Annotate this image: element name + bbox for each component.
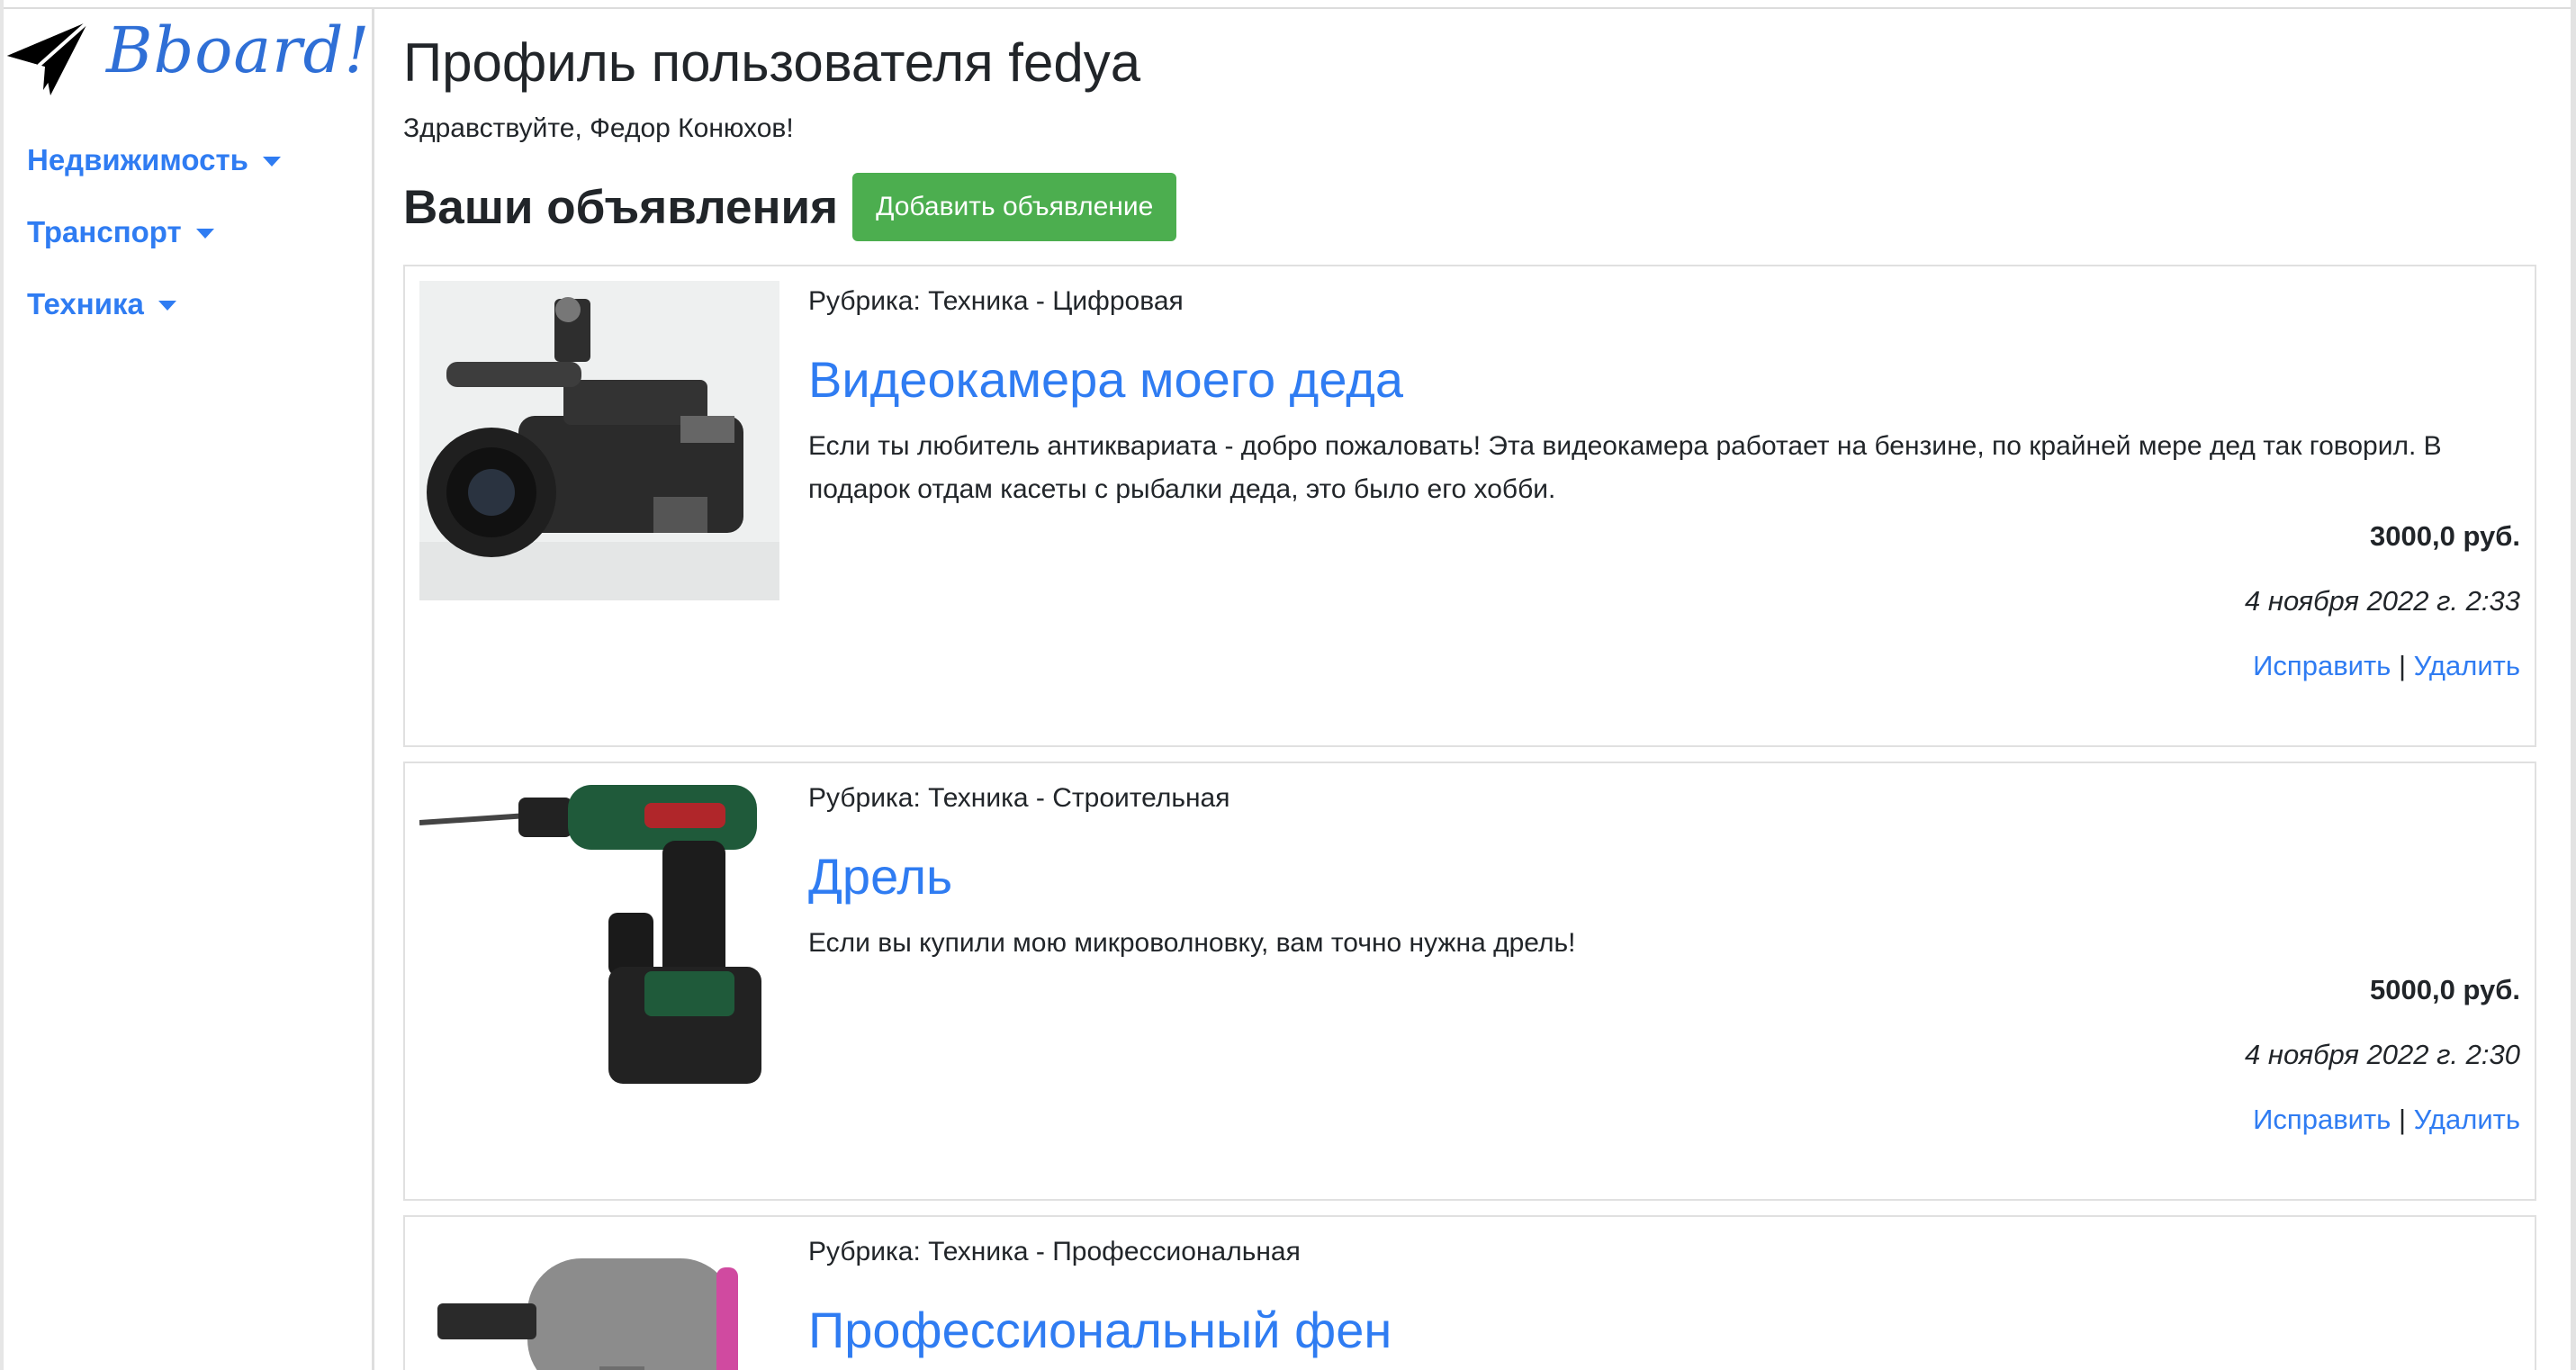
ad-card: Рубрика: Техника - Строительная Дрель Ес… [403, 762, 2536, 1201]
ad-rubric: Рубрика: Техника - Цифровая [808, 286, 1184, 316]
ad-actions: Исправить | Удалить [808, 650, 2520, 682]
ad-title-link[interactable]: Дрель [808, 848, 2520, 906]
hair-dryer-photo[interactable] [419, 1231, 779, 1370]
action-separator: | [2398, 1104, 2407, 1135]
brand-logo[interactable]: Bboard! [4, 9, 371, 99]
ad-rubric: Рубрика: Техника - Профессиональная [808, 1237, 1301, 1266]
greeting-text: Здравствуйте, Федор Конюхов! [403, 113, 794, 143]
main-content: Профиль пользователя fedya Здравствуйте,… [403, 25, 2536, 241]
ad-description: Если ты любитель антиквариата - добро по… [808, 431, 2442, 504]
ad-rubric: Рубрика: Техника - Строительная [808, 783, 1230, 813]
ad-card-body: Рубрика: Техника - Цифровая Видеокамера … [808, 266, 2520, 682]
ad-title-link[interactable]: Профессиональный фен [808, 1302, 2520, 1359]
delete-link[interactable]: Удалить [2414, 1104, 2520, 1135]
ad-price: 3000,0 руб. [2370, 520, 2520, 552]
browser-top-edge [0, 0, 2576, 9]
ad-price: 5000,0 руб. [2370, 974, 2520, 1005]
ad-description: Если вы купили мою микроволновку, вам то… [808, 928, 1576, 958]
delete-link[interactable]: Удалить [2414, 650, 2520, 681]
camcorder-photo[interactable] [419, 281, 779, 600]
nav-item-transport[interactable]: Транспорт [27, 196, 281, 268]
caret-down-icon [158, 300, 176, 311]
ad-card: Рубрика: Техника - Цифровая Видеокамера … [403, 265, 2536, 747]
category-nav: Недвижимость Транспорт Техника [27, 124, 281, 340]
ad-actions: Исправить | Удалить [808, 1104, 2520, 1136]
action-separator: | [2398, 650, 2407, 681]
window-right-edge [2571, 0, 2576, 1370]
ad-date: 4 ноября 2022 г. 2:33 [2245, 585, 2520, 617]
nav-item-real-estate[interactable]: Недвижимость [27, 124, 281, 196]
paper-plane-icon [7, 20, 90, 95]
ad-date: 4 ноября 2022 г. 2:30 [2245, 1039, 2520, 1070]
caret-down-icon [262, 156, 281, 167]
nav-item-label: Техника [27, 287, 144, 320]
ads-section-header: Ваши объявления Добавить объявление [403, 173, 2536, 241]
section-title: Ваши объявления [403, 180, 839, 234]
add-ad-button[interactable]: Добавить объявление [852, 173, 1177, 241]
nav-item-label: Транспорт [27, 215, 182, 248]
ad-card-body: Рубрика: Техника - Профессиональная Проф… [808, 1217, 2520, 1359]
nav-item-label: Недвижимость [27, 143, 248, 176]
nav-item-tech[interactable]: Техника [27, 268, 281, 340]
brand-name: Bboard! [106, 14, 371, 87]
ad-card: Рубрика: Техника - Профессиональная Проф… [403, 1215, 2536, 1370]
edit-link[interactable]: Исправить [2253, 650, 2391, 681]
drill-photo[interactable] [419, 778, 779, 1097]
page-title: Профиль пользователя fedya [403, 32, 1141, 93]
edit-link[interactable]: Исправить [2253, 1104, 2391, 1135]
caret-down-icon [195, 228, 214, 239]
ad-title-link[interactable]: Видеокамера моего деда [808, 351, 2520, 409]
ad-card-body: Рубрика: Техника - Строительная Дрель Ес… [808, 763, 2520, 1136]
